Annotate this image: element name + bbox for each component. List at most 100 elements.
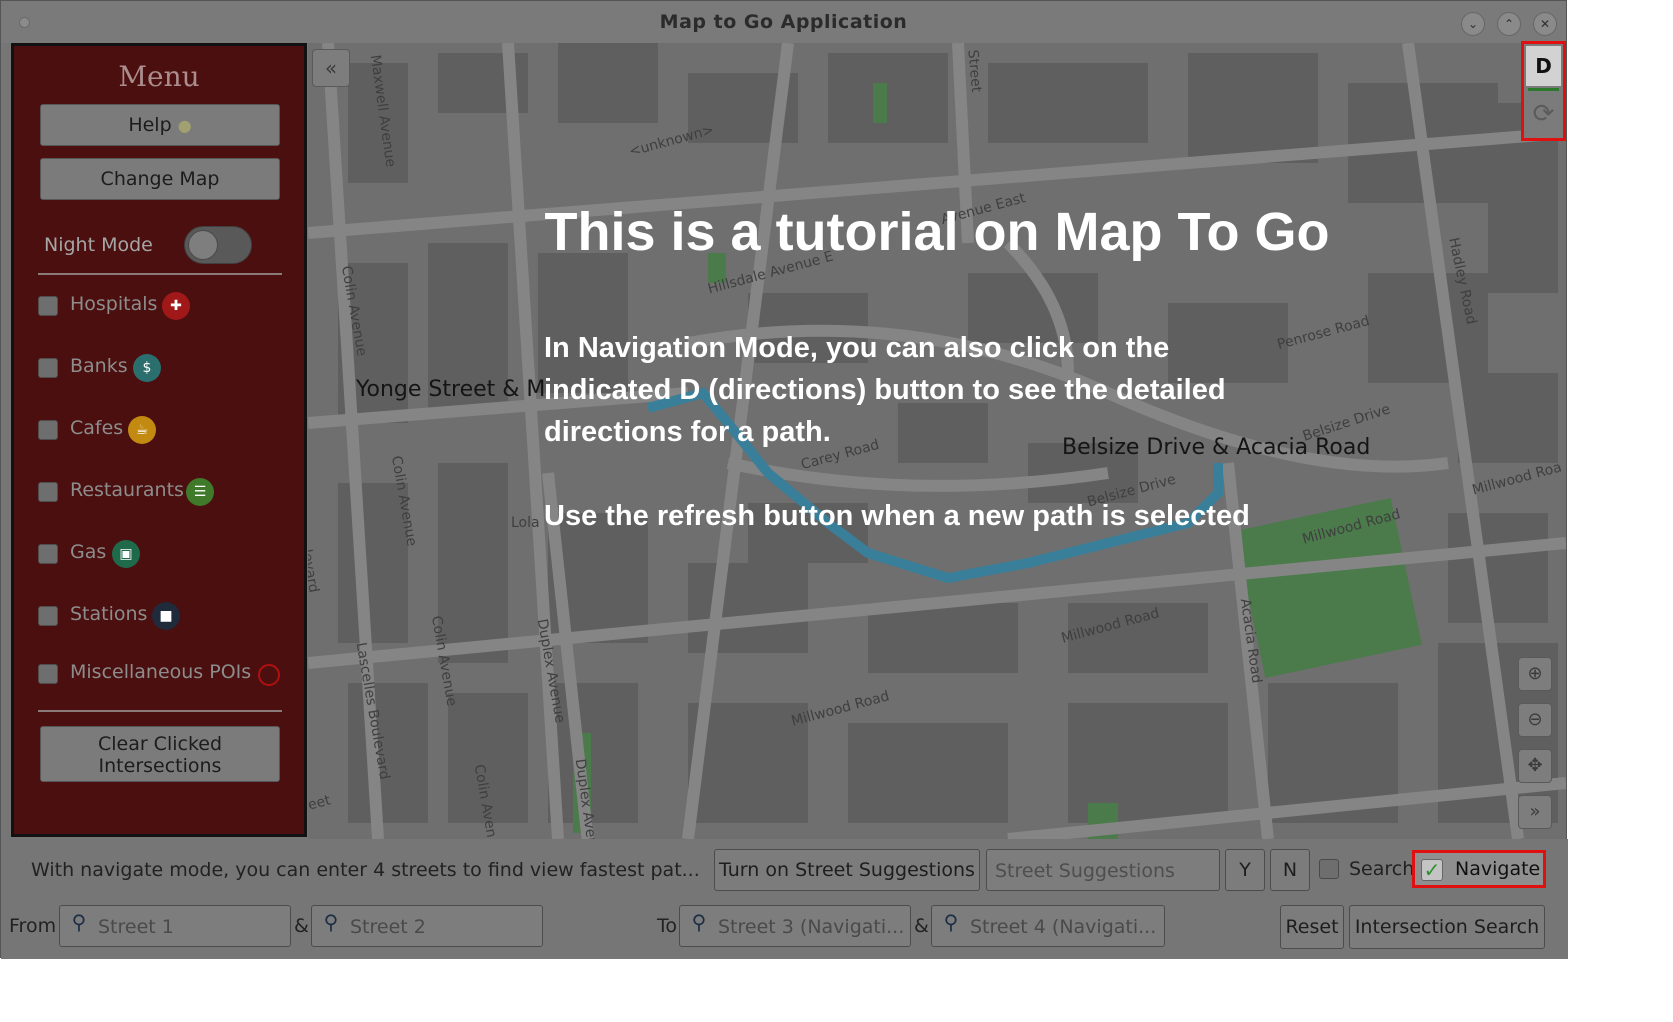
no-button[interactable]: N [1270, 849, 1310, 891]
checkmark-icon[interactable]: ✓ [1421, 859, 1443, 881]
navigate-hint: With navigate mode, you can enter 4 stre… [31, 859, 700, 881]
clear-label-line1: Clear Clicked [97, 733, 223, 755]
divider [38, 273, 282, 275]
restaurants-checkbox[interactable] [38, 482, 58, 502]
restaurants-label: Restaurants [70, 479, 184, 501]
lightbulb-icon: ● [177, 116, 192, 135]
yes-button[interactable]: Y [1225, 849, 1265, 891]
tutorial-line: directions for a path. [544, 416, 831, 448]
to-label: To [657, 915, 678, 937]
stations-label: Stations [70, 603, 148, 625]
tutorial-line: Use the refresh button when a new path i… [544, 500, 1250, 532]
banks-label: Banks [70, 355, 128, 377]
maximize-icon[interactable]: ⌃ [1497, 12, 1521, 36]
poi-banks[interactable]: Banks $ [38, 354, 298, 384]
intersection-search-button[interactable]: Intersection Search [1349, 905, 1545, 949]
street-1-input[interactable]: ⚲ Street 1 [59, 905, 291, 947]
tutorial-line: indicated D (directions) button to see t… [544, 374, 1226, 406]
miscellaneous-checkbox[interactable] [38, 664, 58, 684]
street-4-placeholder: Street 4 (Navigati... [970, 916, 1157, 938]
tutorial-title: This is a tutorial on Map To Go [544, 202, 1330, 262]
poi-miscellaneous[interactable]: Miscellaneous POIs [38, 660, 308, 690]
stations-checkbox[interactable] [38, 606, 58, 626]
street-suggestions-placeholder: Street Suggestions [995, 860, 1175, 882]
search-checkbox[interactable] [1319, 859, 1339, 879]
clear-intersections-button[interactable]: Clear Clicked Intersections [40, 726, 280, 782]
utensils-icon: ☰ [186, 478, 214, 506]
directions-panel: D ⟳ [1521, 41, 1566, 141]
sidebar-menu: Menu Help ● Change Map Night Mode Hospit… [11, 43, 307, 837]
ampersand-label: & [294, 915, 309, 937]
close-icon[interactable]: ✕ [1533, 12, 1557, 36]
directions-button[interactable]: D [1526, 46, 1561, 86]
pan-button[interactable]: ✥ [1518, 749, 1552, 783]
money-bag-icon: $ [133, 354, 161, 382]
train-icon: ■ [152, 602, 180, 630]
zoom-in-button[interactable]: ⊕ [1518, 657, 1552, 691]
toggle-knob [188, 230, 218, 260]
refresh-icon: ⟳ [1532, 99, 1555, 129]
gas-checkbox[interactable] [38, 544, 58, 564]
street-3-input[interactable]: ⚲ Street 3 (Navigati... [679, 905, 911, 947]
poi-hospitals[interactable]: Hospitals ✚ [38, 292, 298, 322]
poi-gas[interactable]: Gas ▣ [38, 540, 298, 570]
help-button[interactable]: Help ● [40, 104, 280, 146]
toggle-panel-button[interactable]: » [1518, 795, 1552, 829]
search-icon: ⚲ [323, 910, 339, 934]
miscellaneous-label: Miscellaneous POIs [70, 661, 252, 683]
app-window: Map to Go Application ⌄ ⌃ ✕ Menu Help ● … [0, 0, 1568, 959]
zoom-out-button[interactable]: ⊖ [1518, 703, 1552, 737]
cafes-label: Cafes [70, 417, 124, 439]
poi-cafes[interactable]: Cafes ☕ [38, 416, 298, 446]
night-mode-toggle[interactable] [184, 226, 252, 264]
collapse-sidebar-button[interactable]: « [312, 49, 350, 87]
reset-button[interactable]: Reset [1280, 905, 1344, 949]
poi-stations[interactable]: Stations ■ [38, 602, 298, 632]
divider [38, 710, 282, 712]
street-suggestions-button[interactable]: Turn on Street Suggestions [714, 849, 980, 891]
street-1-placeholder: Street 1 [98, 916, 174, 938]
divider [1528, 88, 1559, 91]
street-suggestions-field[interactable]: Street Suggestions [986, 849, 1220, 891]
navigate-toggle[interactable]: ✓ Navigate [1412, 850, 1546, 888]
move-arrows-icon: ✥ [1527, 755, 1543, 776]
hospital-icon: ✚ [162, 292, 190, 320]
collapse-right-icon: » [1529, 801, 1541, 822]
hospitals-label: Hospitals [70, 293, 158, 315]
circle-icon [258, 664, 280, 686]
poi-restaurants[interactable]: Restaurants ☰ [38, 478, 298, 508]
tutorial-line: In Navigation Mode, you can also click o… [544, 332, 1170, 364]
cafes-checkbox[interactable] [38, 420, 58, 440]
street-3-placeholder: Street 3 (Navigati... [718, 916, 905, 938]
zoom-out-icon: ⊖ [1527, 709, 1543, 730]
clear-label-line2: Intersections [98, 755, 222, 777]
change-map-button[interactable]: Change Map [40, 158, 280, 200]
help-label: Help [128, 114, 172, 136]
banks-checkbox[interactable] [38, 358, 58, 378]
minimize-icon[interactable]: ⌄ [1461, 12, 1485, 36]
from-label: From [9, 915, 57, 937]
back-arrow-icon: « [324, 56, 338, 80]
start-intersection-label: Yonge Street & M [356, 377, 546, 402]
search-label: Search [1349, 858, 1415, 880]
cup-icon: ☕ [128, 416, 156, 444]
search-icon: ⚲ [71, 910, 87, 934]
search-icon: ⚲ [691, 910, 707, 934]
street-label: Lola [511, 515, 540, 531]
night-mode-label: Night Mode [44, 234, 153, 256]
street-2-input[interactable]: ⚲ Street 2 [311, 905, 543, 947]
hospitals-checkbox[interactable] [38, 296, 58, 316]
gas-label: Gas [70, 541, 107, 563]
zoom-in-icon: ⊕ [1527, 663, 1543, 684]
search-icon: ⚲ [943, 910, 959, 934]
bottom-bar: With navigate mode, you can enter 4 stre… [1, 839, 1568, 959]
street-2-placeholder: Street 2 [350, 916, 426, 938]
refresh-button[interactable]: ⟳ [1526, 94, 1561, 134]
menu-title: Menu [118, 60, 200, 93]
navigate-label: Navigate [1455, 858, 1541, 880]
street-4-input[interactable]: ⚲ Street 4 (Navigati... [931, 905, 1165, 947]
window-title: Map to Go Application [659, 11, 908, 33]
map-canvas[interactable]: Maxwell Avenue Street <unknown> Avenue E… [308, 43, 1566, 839]
gas-pump-icon: ▣ [112, 540, 140, 568]
title-bar: Map to Go Application ⌄ ⌃ ✕ [1, 1, 1566, 43]
